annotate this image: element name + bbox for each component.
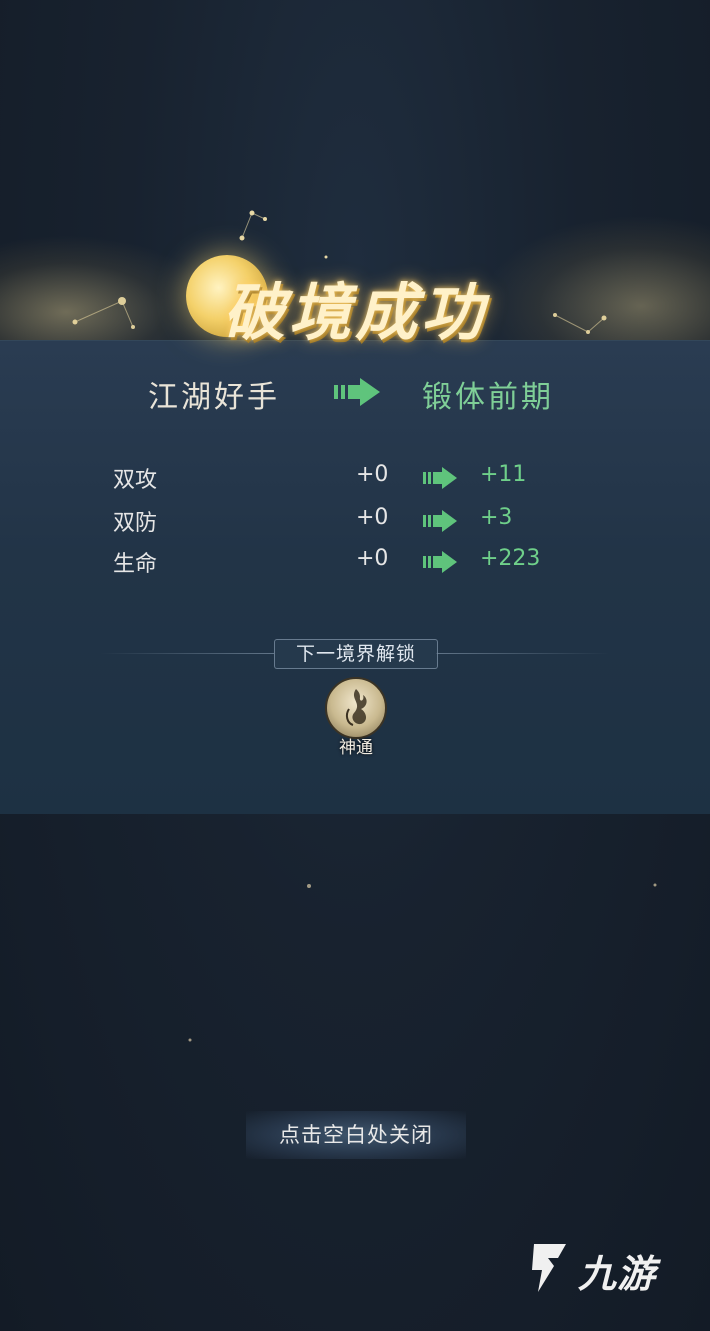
breakthrough-title: 破境成功 [222,276,487,349]
stat-row: 双防 +0 +3 [0,505,710,539]
skill-divine-power-icon[interactable] [325,677,387,739]
arrow-right-icon [334,378,380,406]
flame-icon [345,689,367,726]
stat-label: 双攻 [113,468,158,493]
stat-after-value: +3 [480,505,513,530]
divider-left [100,653,274,654]
stat-row: 双攻 +0 +11 [0,462,710,496]
arrow-right-icon [423,510,457,532]
stat-label: 生命 [113,552,158,577]
arrow-right-icon [423,551,457,573]
tap-to-close-hint[interactable]: 点击空白处关闭 [246,1111,466,1159]
stat-before-value: +0 [356,505,389,530]
divider-right [436,653,610,654]
stat-row: 生命 +0 +223 [0,546,710,580]
watermark-text: 九游 [578,1252,657,1296]
rank-change-row: 江湖好手 锻体前期 [0,372,710,415]
stat-after-value: +223 [480,546,541,571]
arrow-right-icon [423,467,457,489]
stat-before-value: +0 [356,462,389,487]
skill-label: 神通 [339,738,373,758]
stat-after-value: +11 [480,462,527,487]
next-realm-unlock-header: 下一境界解锁 [274,639,438,669]
rank-to: 锻体前期 [422,380,554,415]
rank-from: 江湖好手 [148,380,280,415]
stat-before-value: +0 [356,546,389,571]
stat-label: 双防 [113,511,158,536]
